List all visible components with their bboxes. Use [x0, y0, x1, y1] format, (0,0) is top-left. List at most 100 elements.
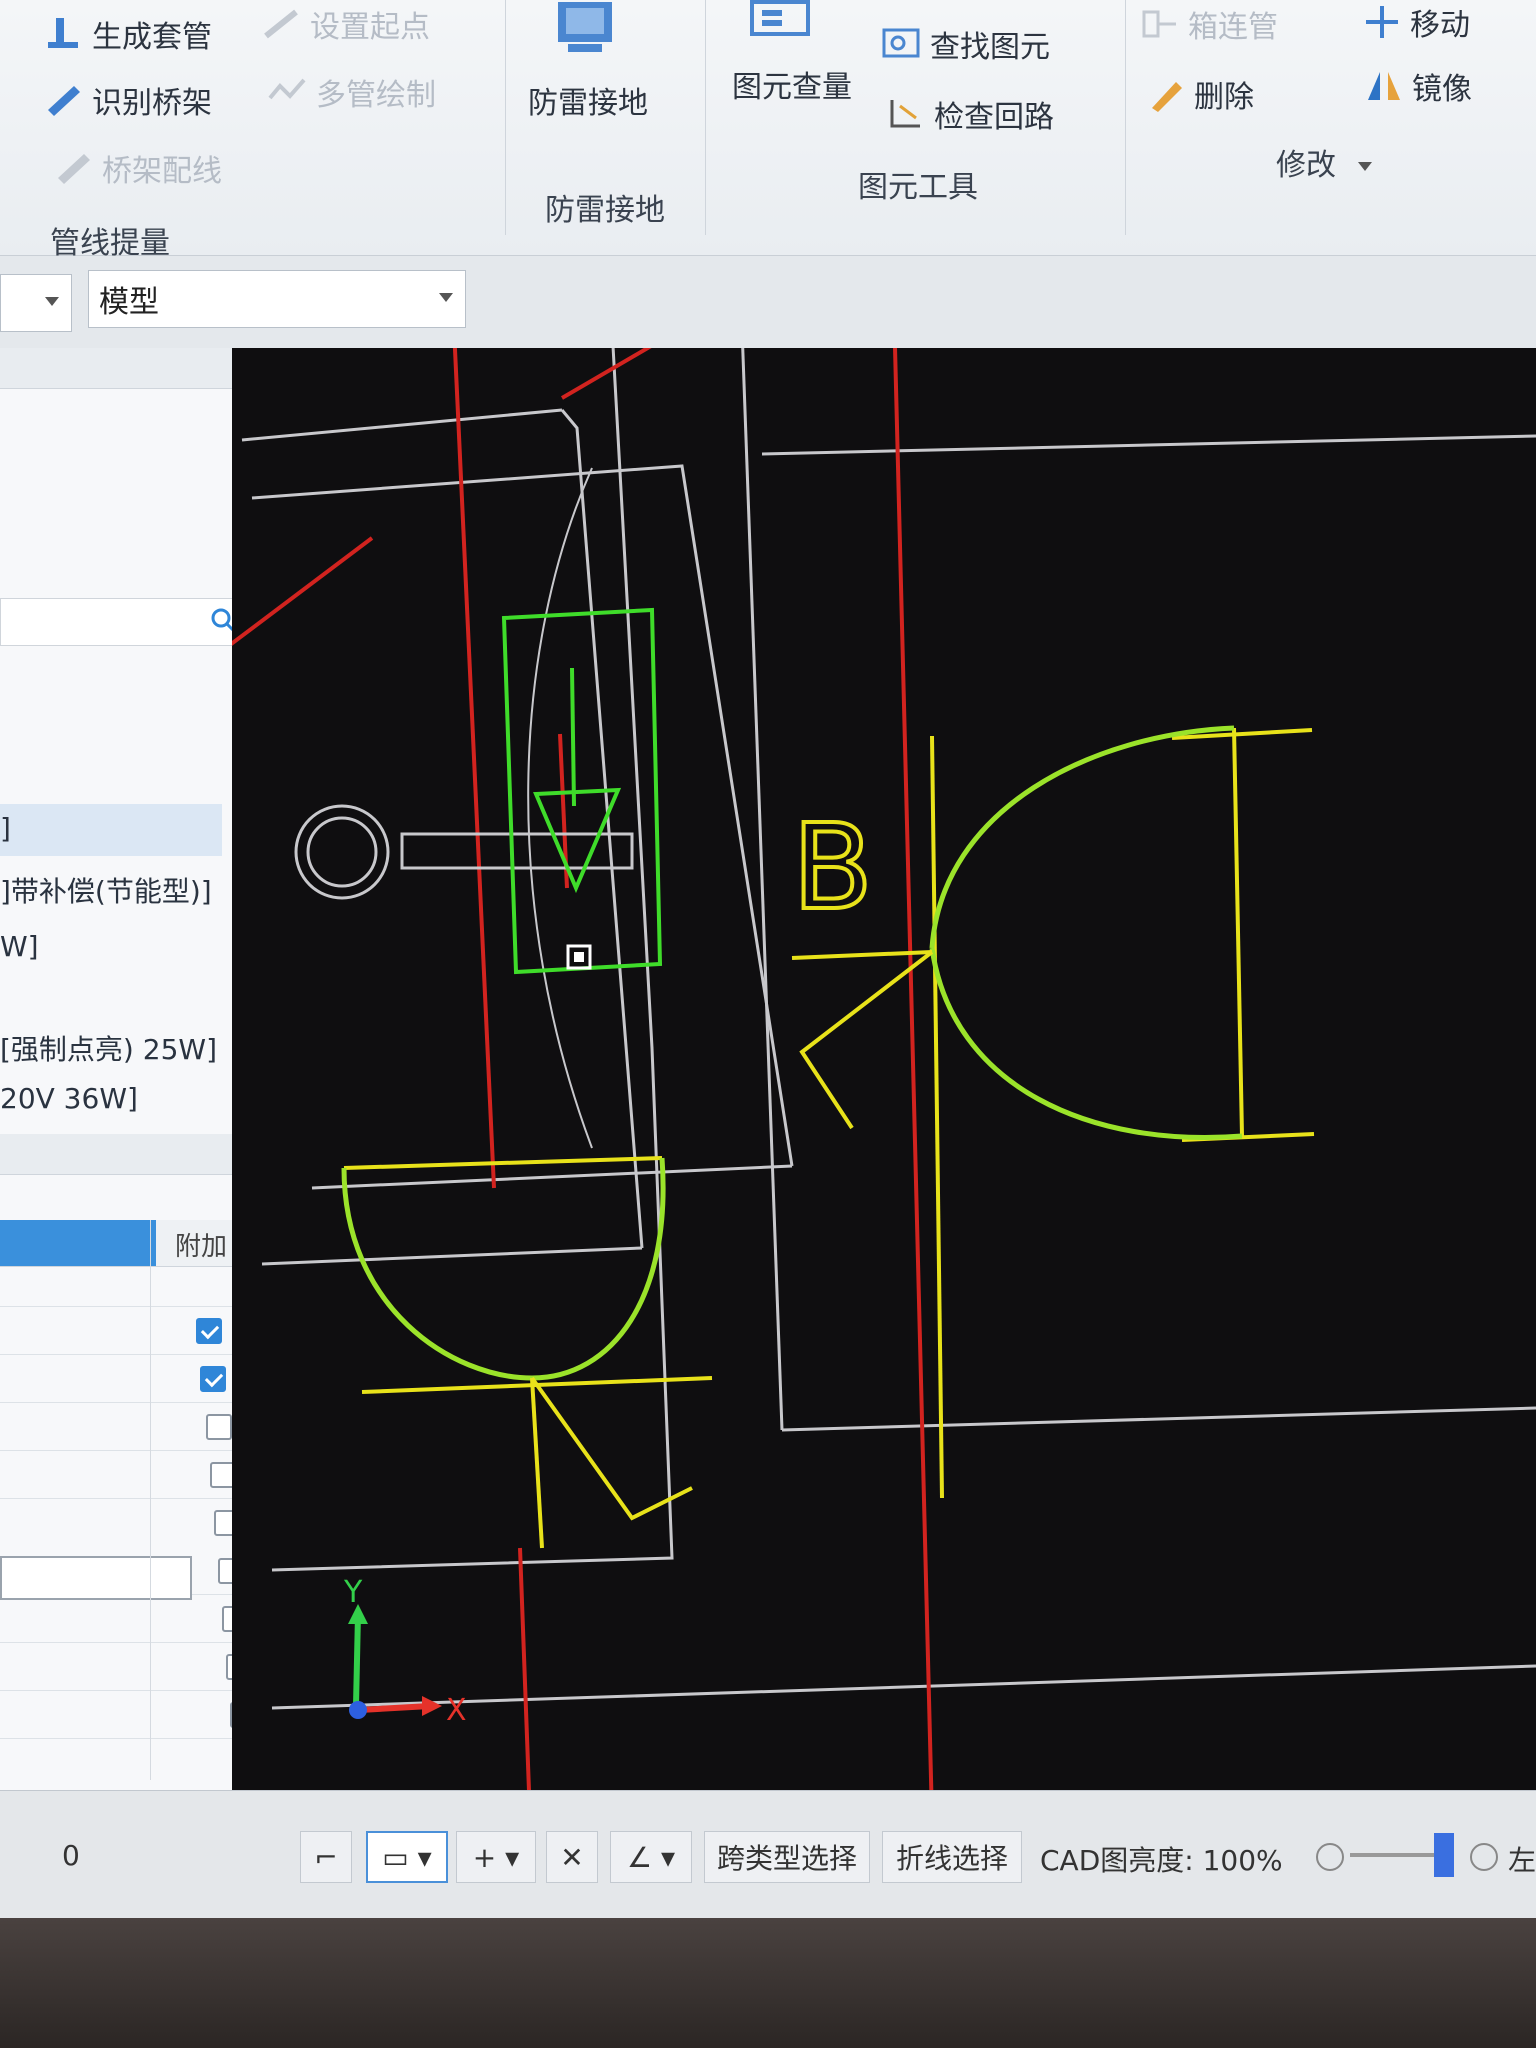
move-label: 移动	[1410, 8, 1470, 43]
cad-brightness: CAD图亮度: 100%	[1040, 1839, 1283, 1879]
cad-brightness-value: 100%	[1202, 1844, 1283, 1877]
ucs-axis-icon: Y X	[343, 1575, 467, 1728]
mirror-button[interactable]: 镜像	[1364, 64, 1472, 108]
axis-y-label: Y	[343, 1575, 363, 1610]
table-row-divider	[0, 1450, 270, 1451]
column-header-name[interactable]	[0, 1220, 156, 1266]
delete-label: 删除	[1194, 80, 1254, 115]
wiring-icon	[54, 150, 94, 186]
check-circuit-icon	[886, 96, 926, 132]
tray-wiring-button[interactable]: 桥架配线	[54, 146, 222, 190]
mirror-label: 镜像	[1412, 72, 1472, 107]
extra-checkbox[interactable]	[200, 1366, 226, 1392]
generate-sleeve-button[interactable]: 生成套管	[44, 12, 212, 56]
table-row-divider	[0, 1306, 270, 1307]
column-header-extra[interactable]: 附加	[175, 1226, 227, 1263]
set-start-point-label: 设置起点	[310, 10, 430, 45]
count-value: 0	[62, 1839, 80, 1872]
table-row-divider	[0, 1738, 270, 1739]
box-connect-pipe-label: 箱连管	[1188, 10, 1278, 45]
identify-tray-label: 识别桥架	[92, 86, 212, 121]
property-input[interactable]	[0, 1556, 192, 1600]
brightness-decrease-icon[interactable]	[1316, 1843, 1344, 1871]
layer-dropdown[interactable]	[0, 274, 72, 332]
extra-checkbox[interactable]	[206, 1414, 232, 1440]
brightness-slider-thumb[interactable]	[1434, 1833, 1454, 1877]
list-item-selected[interactable]: ]	[0, 804, 222, 856]
cross-toggle[interactable]: ✕	[546, 1831, 598, 1883]
multi-pipe-draw-button[interactable]: 多管绘制	[268, 70, 436, 114]
polyline-select-button[interactable]: 折线选择	[882, 1831, 1022, 1883]
table-row-divider	[0, 1690, 270, 1691]
wall-lines	[241, 348, 1536, 1710]
list-item[interactable]: ]带补偿(节能型)]	[0, 870, 212, 910]
cad-drawing: B Y X	[232, 348, 1536, 1818]
modify-label: 修改	[1276, 148, 1336, 183]
status-right-label: 左	[1508, 1844, 1536, 1877]
list-item[interactable]: 20V 36W]	[0, 1082, 138, 1115]
light-symbol-left	[341, 1156, 713, 1549]
lightning-ground-label: 防雷接地	[528, 86, 648, 121]
search-input[interactable]	[0, 598, 247, 646]
chevron-down-icon	[45, 297, 59, 306]
set-start-point-button[interactable]: 设置起点	[262, 2, 430, 46]
ribbon-separator	[505, 0, 506, 235]
snap-marker-core	[574, 952, 584, 962]
red-center-lines	[452, 348, 934, 1818]
group-label-modify[interactable]: 修改	[1276, 140, 1372, 184]
angle-button[interactable]: ∠ ▾	[610, 1831, 692, 1883]
ortho-toggle[interactable]: ⌐	[300, 1831, 352, 1883]
check-circuit-button[interactable]: 检查回路	[886, 92, 1054, 136]
list-item[interactable]: W]	[0, 930, 39, 963]
find-element-button[interactable]: 查找图元	[882, 22, 1050, 66]
angle-icon: ∠ ▾	[626, 1840, 676, 1874]
model-dropdown-value: 模型	[99, 285, 159, 320]
sleeve-icon	[44, 16, 84, 52]
brightness-increase-icon[interactable]	[1470, 1843, 1498, 1871]
status-bar: 0 ⌐ ▭ ▾ + ▾ ✕ ∠ ▾ 跨类型选择 折线选择 CAD图亮度: 100…	[0, 1790, 1536, 1919]
ortho-icon: ⌐	[314, 1840, 338, 1874]
brightness-slider[interactable]	[1350, 1853, 1440, 1857]
find-element-icon	[882, 26, 922, 62]
element-quantity-button[interactable]: 图元查量	[732, 62, 852, 106]
tray-icon	[44, 82, 84, 118]
lightning-ground-button[interactable]: 防雷接地	[528, 78, 648, 122]
delete-button[interactable]: 删除	[1146, 72, 1254, 116]
ribbon: 生成套管 识别桥架 桥架配线 设置起点 多管绘制 管线提量 防雷接地 防雷接地 …	[0, 0, 1536, 261]
table-row-divider	[0, 1498, 270, 1499]
table-row-divider	[0, 1642, 270, 1643]
ribbon-separator	[705, 0, 706, 235]
chevron-down-icon	[439, 293, 453, 302]
cross-type-select-button[interactable]: 跨类型选择	[704, 1831, 870, 1883]
select-box-icon: ▭ ▾	[382, 1840, 432, 1874]
generate-sleeve-label: 生成套管	[92, 20, 212, 55]
table-row-divider	[0, 1354, 270, 1355]
identify-tray-button[interactable]: 识别桥架	[44, 78, 212, 122]
extra-checkbox[interactable]	[196, 1318, 222, 1344]
cad-brightness-label: CAD图亮度:	[1040, 1844, 1194, 1877]
model-dropdown[interactable]: 模型	[88, 270, 466, 328]
box-connect-pipe-button[interactable]: 箱连管	[1140, 2, 1278, 46]
list-item[interactable]: [强制点亮) 25W]	[0, 1028, 217, 1068]
snap-button[interactable]: + ▾	[456, 1831, 536, 1883]
monitor-bezel	[0, 1918, 1536, 2048]
polyline-select-label: 折线选择	[895, 1842, 1008, 1875]
select-mode-button[interactable]: ▭ ▾	[366, 1831, 448, 1883]
tray-wiring-label: 桥架配线	[102, 154, 222, 189]
element-quantity-icon	[748, 0, 814, 56]
start-point-icon	[262, 6, 302, 42]
chevron-down-icon	[1357, 162, 1372, 171]
table-row-divider	[0, 1402, 270, 1403]
cad-canvas[interactable]: B Y X	[232, 348, 1536, 1818]
check-circuit-label: 检查回路	[934, 100, 1054, 135]
selector-row: 模型	[0, 256, 1536, 348]
group-label-element-tools: 图元工具	[858, 170, 978, 205]
group-label-lightning: 防雷接地	[545, 193, 665, 228]
element-quantity-label: 图元查量	[732, 70, 852, 105]
axis-x-label: X	[446, 1693, 467, 1728]
box-connect-icon	[1140, 6, 1180, 42]
move-button[interactable]: 移动	[1362, 0, 1470, 44]
column-divider	[150, 1220, 151, 1780]
list-item-label: ]	[0, 812, 11, 845]
find-element-label: 查找图元	[930, 30, 1050, 65]
